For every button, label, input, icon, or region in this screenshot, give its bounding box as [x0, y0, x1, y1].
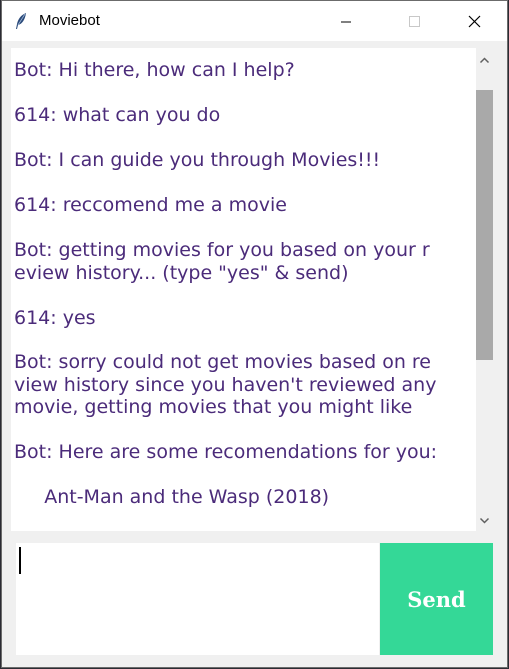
message-input[interactable] [16, 543, 379, 655]
window-title: Moviebot [39, 12, 100, 29]
maximize-button[interactable] [391, 1, 437, 41]
close-icon [468, 15, 481, 28]
send-button[interactable]: Send [380, 543, 493, 655]
chevron-down-icon [479, 517, 490, 524]
text-caret [19, 547, 21, 574]
chat-log[interactable]: Bot: Hi there, how can I help? 614: what… [11, 48, 476, 531]
scroll-up-button[interactable] [476, 52, 493, 69]
chat-message: Bot: Hi there, how can I help? [14, 59, 295, 81]
minimize-button[interactable] [323, 1, 369, 41]
maximize-icon [409, 16, 420, 27]
chat-scrollbar[interactable] [476, 48, 493, 531]
title-bar[interactable]: Moviebot [2, 1, 507, 41]
chevron-up-icon [479, 57, 490, 64]
chat-message: Bot: Here are some recomendations for yo… [14, 441, 438, 463]
chat-message: 614: what can you do [14, 104, 221, 126]
feather-icon [13, 12, 29, 30]
moviebot-window: Moviebot Bot: Hi there, how can I help? … [1, 0, 508, 668]
minimize-icon [341, 21, 351, 23]
chat-message: Bot: sorry could not get movies based on… [14, 351, 437, 418]
chat-message: Ant-Man and the Wasp (2018) [14, 486, 330, 508]
chat-message: Bot: I can guide you through Movies!!! [14, 149, 381, 171]
chat-message: 614: reccomend me a movie [14, 194, 287, 216]
close-button[interactable] [450, 1, 496, 41]
scroll-down-button[interactable] [476, 512, 493, 529]
chat-message: Bot: getting movies for you based on you… [14, 239, 430, 284]
scroll-thumb[interactable] [476, 90, 493, 360]
chat-message: 614: yes [14, 307, 96, 329]
